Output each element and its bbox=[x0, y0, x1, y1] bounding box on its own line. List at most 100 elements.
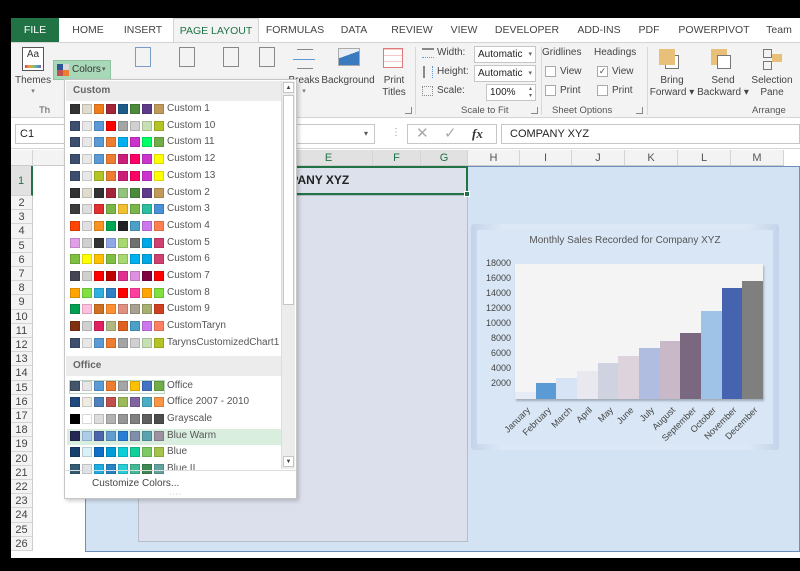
scroll-up-icon[interactable]: ▲ bbox=[283, 82, 294, 93]
row-header-12[interactable]: 12 bbox=[11, 338, 33, 353]
row-header-16[interactable]: 16 bbox=[11, 394, 33, 409]
dropdown-scrollbar[interactable]: ▲ ▼ bbox=[281, 81, 295, 469]
row-header-25[interactable]: 25 bbox=[11, 522, 33, 537]
tab-view[interactable]: VIEW bbox=[448, 18, 480, 42]
themes-button[interactable]: Aa Themes ▾ bbox=[15, 45, 51, 101]
row-header-26[interactable]: 26 bbox=[11, 536, 33, 551]
tab-add-ins[interactable]: ADD-INS bbox=[571, 18, 627, 42]
column-header-i[interactable]: I bbox=[520, 150, 572, 166]
column-header-e[interactable]: E bbox=[285, 150, 373, 166]
row-header-5[interactable]: 5 bbox=[11, 238, 33, 253]
formula-bar-grip-icon[interactable]: ⋮ bbox=[391, 127, 401, 138]
color-scheme-item[interactable]: Custom 5 bbox=[67, 236, 281, 252]
select-all-corner[interactable] bbox=[11, 150, 33, 166]
color-scheme-item[interactable]: Custom 9 bbox=[67, 302, 281, 318]
color-scheme-item[interactable]: Custom 3 bbox=[67, 202, 281, 218]
row-header-22[interactable]: 22 bbox=[11, 480, 33, 495]
tab-data[interactable]: DATA bbox=[333, 18, 375, 42]
enter-check-icon[interactable]: ✓ bbox=[444, 125, 457, 143]
scroll-down-icon[interactable]: ▼ bbox=[283, 456, 294, 467]
scale-spinner[interactable]: 100% ▴ ▾ bbox=[486, 84, 536, 101]
headings-print-checkbox[interactable] bbox=[597, 85, 608, 96]
resize-grip-icon[interactable]: ···· bbox=[169, 491, 182, 498]
scrollbar-thumb[interactable] bbox=[283, 95, 294, 305]
column-header-f[interactable]: F bbox=[373, 150, 421, 166]
gridlines-view-checkbox[interactable] bbox=[545, 66, 556, 77]
tab-review[interactable]: REVIEW bbox=[388, 18, 436, 42]
row-header-2[interactable]: 2 bbox=[11, 196, 33, 211]
bar-july[interactable] bbox=[639, 348, 660, 399]
bring-forward-button[interactable]: Bring Forward ▾ bbox=[649, 45, 695, 103]
tab-pdf[interactable]: PDF bbox=[637, 18, 661, 42]
color-scheme-item[interactable]: TarynsCustomizedChart1 bbox=[67, 336, 281, 352]
row-header-20[interactable]: 20 bbox=[11, 451, 33, 466]
bar-may[interactable] bbox=[597, 363, 619, 399]
formula-input[interactable]: COMPANY XYZ bbox=[501, 124, 800, 144]
sales-chart[interactable]: Monthly Sales Recorded for Company XYZ 2… bbox=[471, 224, 779, 450]
color-scheme-item[interactable]: Office bbox=[67, 379, 281, 395]
row-header-4[interactable]: 4 bbox=[11, 224, 33, 239]
row-header-15[interactable]: 15 bbox=[11, 380, 33, 395]
row-header-18[interactable]: 18 bbox=[11, 423, 33, 438]
row-header-11[interactable]: 11 bbox=[11, 323, 33, 338]
color-scheme-item[interactable]: Custom 4 bbox=[67, 219, 281, 235]
color-scheme-item[interactable]: Custom 12 bbox=[67, 152, 281, 168]
row-header-6[interactable]: 6 bbox=[11, 252, 33, 267]
bar-january[interactable] bbox=[515, 391, 536, 399]
tab-developer[interactable]: DEVELOPER bbox=[494, 18, 560, 42]
bar-june[interactable] bbox=[618, 355, 639, 399]
row-header-8[interactable]: 8 bbox=[11, 281, 33, 296]
color-scheme-item[interactable]: Custom 10 bbox=[67, 119, 281, 135]
row-header-23[interactable]: 23 bbox=[11, 494, 33, 509]
customize-colors-button[interactable]: Customize Colors... bbox=[92, 478, 179, 489]
bar-august[interactable] bbox=[659, 340, 681, 399]
width-select[interactable]: Automatic ▾ bbox=[474, 46, 536, 63]
scale-to-fit-launcher-icon[interactable] bbox=[531, 107, 538, 114]
bar-december[interactable] bbox=[742, 280, 763, 399]
column-header-k[interactable]: K bbox=[625, 150, 678, 166]
bar-march[interactable] bbox=[556, 378, 577, 399]
column-header-m[interactable]: M bbox=[731, 150, 784, 166]
bar-november[interactable] bbox=[721, 288, 743, 399]
tab-insert[interactable]: INSERT bbox=[117, 18, 169, 42]
row-header-13[interactable]: 13 bbox=[11, 352, 33, 367]
row-header-17[interactable]: 17 bbox=[11, 409, 33, 424]
colors-button[interactable]: Colors ▾ bbox=[53, 60, 111, 80]
color-scheme-item[interactable]: Custom 6 bbox=[67, 252, 281, 268]
color-scheme-item[interactable]: Custom 13 bbox=[67, 169, 281, 185]
sheet-options-launcher-icon[interactable] bbox=[636, 107, 643, 114]
bar-february[interactable] bbox=[535, 382, 557, 399]
color-scheme-item[interactable]: Custom 11 bbox=[67, 135, 281, 151]
page-setup-launcher-icon[interactable] bbox=[405, 107, 412, 114]
background-button[interactable]: Background bbox=[321, 45, 375, 103]
column-header-h[interactable]: H bbox=[468, 150, 520, 166]
bar-april[interactable] bbox=[577, 370, 598, 399]
tab-formulas[interactable]: FORMULAS bbox=[263, 18, 327, 42]
print-titles-button[interactable]: Print Titles bbox=[377, 45, 411, 103]
bar-september[interactable] bbox=[680, 333, 701, 399]
color-scheme-item[interactable]: Custom 8 bbox=[67, 286, 281, 302]
selection-pane-button[interactable]: Selection Pane bbox=[749, 45, 795, 103]
headings-view-checkbox[interactable]: ✓ bbox=[597, 66, 608, 77]
color-scheme-item[interactable]: Blue Warm bbox=[67, 428, 281, 445]
tab-page-layout[interactable]: PAGE LAYOUT bbox=[173, 18, 259, 43]
insert-function-icon[interactable]: fx bbox=[472, 125, 483, 143]
gridlines-print-checkbox[interactable] bbox=[545, 85, 556, 96]
color-scheme-item[interactable]: Office 2007 - 2010 bbox=[67, 395, 281, 411]
column-header-g[interactable]: G bbox=[421, 150, 468, 166]
cancel-icon[interactable]: ✕ bbox=[416, 125, 429, 143]
chevron-down-icon[interactable]: ▾ bbox=[364, 125, 368, 143]
selected-cell-c1[interactable]: IPANY XYZ bbox=[285, 166, 470, 197]
row-header-9[interactable]: 9 bbox=[11, 295, 33, 310]
row-header-7[interactable]: 7 bbox=[11, 267, 33, 282]
tab-file[interactable]: FILE bbox=[11, 18, 59, 42]
color-scheme-item[interactable]: Grayscale bbox=[67, 412, 281, 428]
color-scheme-item[interactable]: Custom 1 bbox=[67, 102, 281, 118]
color-scheme-item[interactable]: Custom 7 bbox=[67, 269, 281, 285]
send-backward-button[interactable]: Send Backward ▾ bbox=[697, 45, 749, 103]
row-header-1[interactable]: 1 bbox=[11, 166, 33, 196]
column-header-j[interactable]: J bbox=[572, 150, 625, 166]
fill-handle[interactable] bbox=[464, 191, 470, 197]
color-scheme-item[interactable]: CustomTaryn bbox=[67, 319, 281, 335]
tab-team[interactable]: Team bbox=[761, 18, 797, 42]
